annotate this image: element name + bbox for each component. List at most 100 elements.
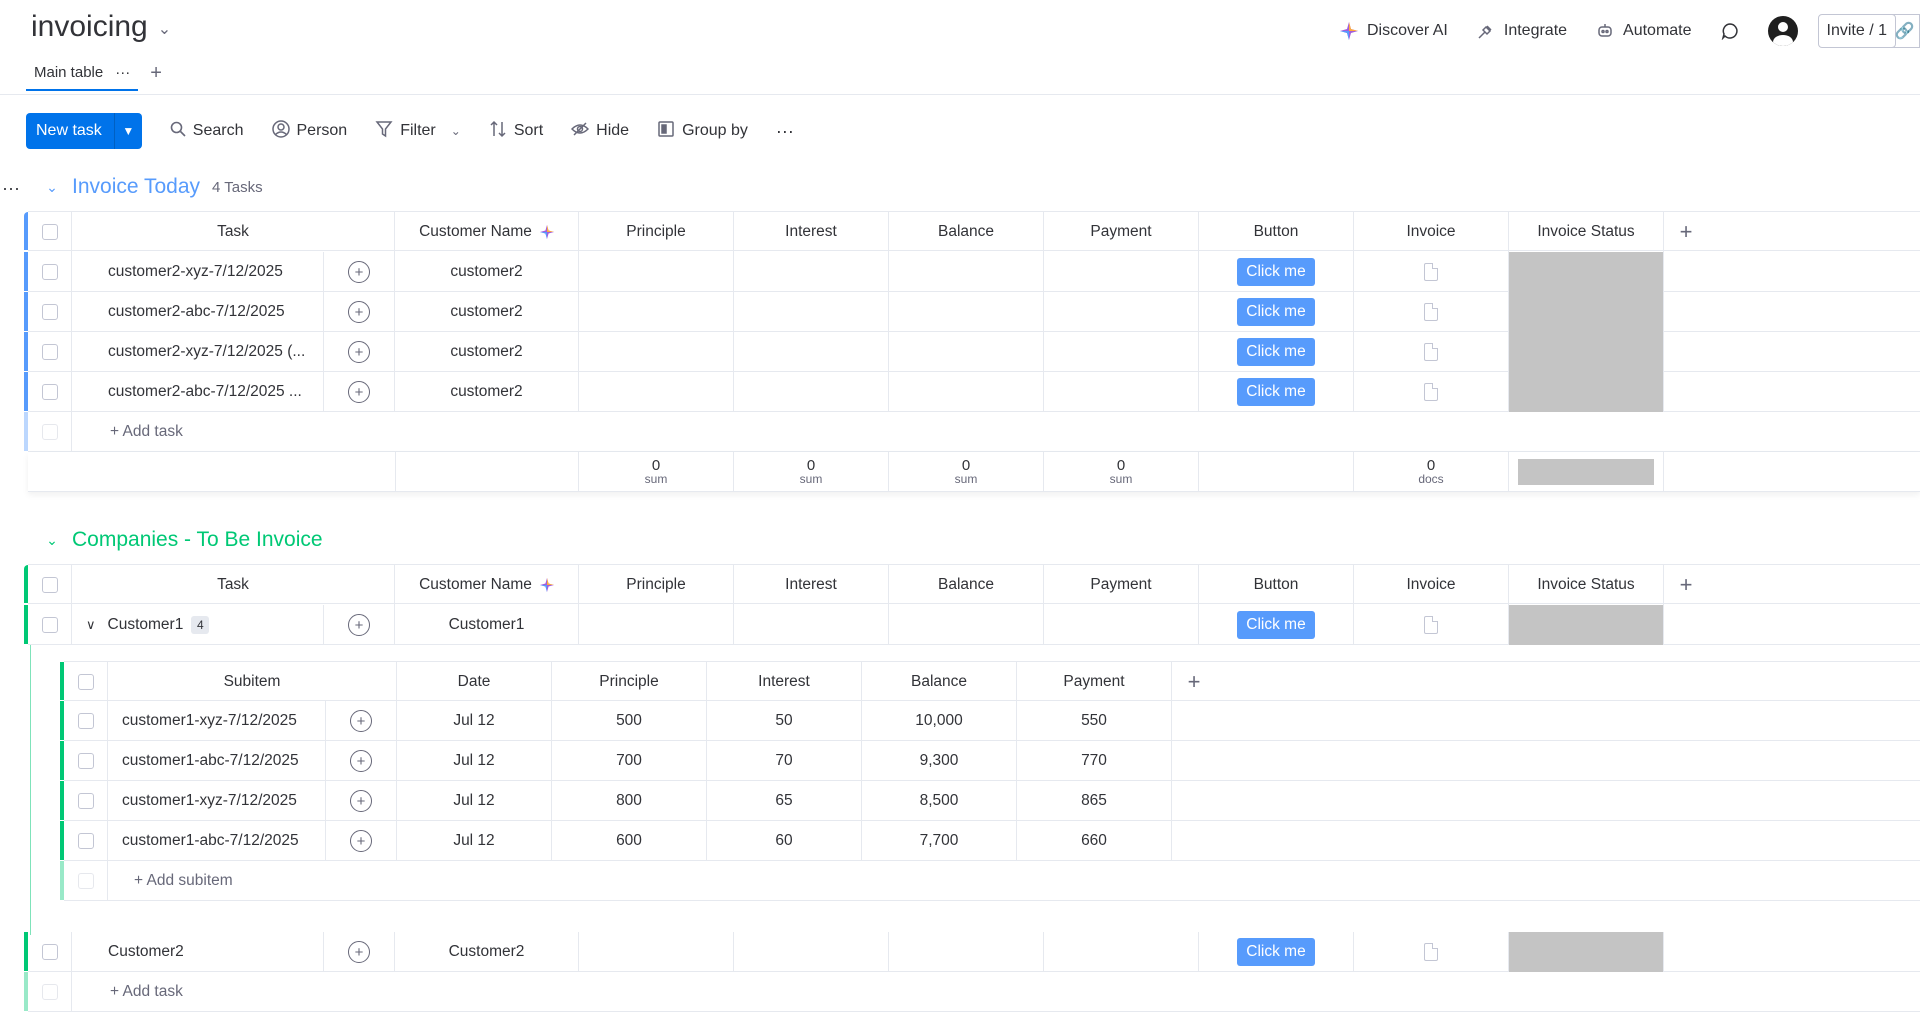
group-title[interactable]: Invoice Today [72, 175, 200, 199]
add-update-icon[interactable]: + [348, 341, 370, 363]
column-header-payment[interactable]: Payment [1044, 212, 1199, 252]
principle-cell[interactable] [579, 605, 734, 645]
updates-cell[interactable]: + [324, 605, 395, 645]
subitem-name-cell[interactable]: customer1-xyz-7/12/2025 [108, 781, 326, 821]
copy-link-button[interactable]: 🔗 [1890, 14, 1920, 48]
subitem-row[interactable]: customer1-abc-7/12/2025 + Jul 12 600 60 7,700… [60, 821, 1920, 861]
chevron-down-icon[interactable]: ⌄ [42, 532, 62, 549]
invoice-cell[interactable] [1354, 252, 1509, 292]
balance-cell[interactable] [889, 932, 1044, 972]
invoice-cell[interactable] [1354, 932, 1509, 972]
click-me-button[interactable]: Click me [1237, 258, 1315, 286]
invoice-status-cell[interactable] [1509, 292, 1664, 332]
checkbox[interactable] [41, 944, 58, 960]
principle-cell[interactable] [579, 932, 734, 972]
row-select-cell[interactable] [28, 932, 72, 972]
column-header-button[interactable]: Button [1199, 565, 1354, 605]
invoice-cell[interactable] [1354, 605, 1509, 645]
column-header-invoice-status[interactable]: Invoice Status [1509, 212, 1664, 252]
subitem-count-badge[interactable]: 4 [191, 616, 210, 634]
principle-cell[interactable]: 500 [552, 701, 707, 741]
automate-button[interactable]: Automate [1595, 21, 1692, 41]
add-update-icon[interactable]: + [350, 790, 372, 812]
add-task-input[interactable]: + Add subitem [108, 861, 1920, 901]
interest-cell[interactable]: 60 [707, 821, 862, 861]
payment-cell[interactable] [1044, 292, 1199, 332]
updates-cell[interactable]: + [326, 741, 397, 781]
principle-cell[interactable] [579, 292, 734, 332]
updates-cell[interactable]: + [326, 781, 397, 821]
balance-cell[interactable] [889, 605, 1044, 645]
customer-name-cell[interactable]: customer2 [395, 252, 579, 292]
row-select-cell[interactable] [64, 701, 108, 741]
add-update-icon[interactable]: + [348, 261, 370, 283]
column-header-payment[interactable]: Payment [1017, 662, 1172, 702]
chevron-down-icon[interactable]: ▼ [113, 113, 142, 149]
balance-cell[interactable]: 8,500 [862, 781, 1017, 821]
interest-cell[interactable] [734, 605, 889, 645]
balance-cell[interactable] [889, 292, 1044, 332]
add-task-row[interactable]: + Add task [24, 412, 1920, 452]
column-header-invoice[interactable]: Invoice [1354, 565, 1509, 605]
date-cell[interactable]: Jul 12 [397, 741, 552, 781]
person-filter-button[interactable]: Person [271, 119, 347, 143]
checkbox[interactable] [41, 224, 58, 240]
add-update-icon[interactable]: + [348, 941, 370, 963]
column-header-principle[interactable]: Principle [579, 565, 734, 605]
column-header-principle[interactable]: Principle [579, 212, 734, 252]
column-header-date[interactable]: Date [397, 662, 552, 702]
updates-cell[interactable]: + [326, 701, 397, 741]
task-name-cell[interactable]: ∨ Customer1 4 [72, 605, 324, 645]
interest-cell[interactable] [734, 292, 889, 332]
column-header-task[interactable]: Task [72, 212, 395, 252]
click-me-button[interactable]: Click me [1237, 338, 1315, 366]
payment-cell[interactable]: 550 [1017, 701, 1172, 741]
principle-cell[interactable]: 600 [552, 821, 707, 861]
column-header-principle[interactable]: Principle [552, 662, 707, 702]
more-options-button[interactable]: ··· [776, 121, 794, 142]
interest-cell[interactable] [734, 332, 889, 372]
date-cell[interactable]: Jul 12 [397, 821, 552, 861]
column-header-invoice-status[interactable]: Invoice Status [1509, 565, 1664, 605]
invoice-cell[interactable] [1354, 292, 1509, 332]
task-name-cell[interactable]: customer2-xyz-7/12/2025 (... [72, 332, 324, 372]
subitem-row[interactable]: customer1-xyz-7/12/2025 + Jul 12 500 50 10,00… [60, 701, 1920, 741]
board-title[interactable]: invoicing ⌄ [31, 10, 171, 44]
chevron-down-icon[interactable]: ∨ [86, 617, 96, 633]
interest-cell[interactable]: 65 [707, 781, 862, 821]
chevron-down-icon[interactable]: ⌄ [158, 19, 171, 39]
search-button[interactable]: Search [170, 121, 244, 142]
principle-cell[interactable] [579, 252, 734, 292]
chevron-down-icon[interactable]: ⌄ [451, 124, 461, 138]
table-row[interactable]: customer2-abc-7/12/2025 ... + customer2 Cli… [24, 372, 1920, 412]
interest-cell[interactable] [734, 252, 889, 292]
invoice-status-cell[interactable] [1509, 605, 1664, 645]
balance-cell[interactable] [889, 372, 1044, 412]
column-header-interest[interactable]: Interest [707, 662, 862, 702]
row-select-cell[interactable] [64, 781, 108, 821]
invoice-cell[interactable] [1354, 332, 1509, 372]
add-task-input[interactable]: + Add task [72, 972, 1920, 1012]
column-header-button[interactable]: Button [1199, 212, 1354, 252]
payment-cell[interactable] [1044, 605, 1199, 645]
add-column-button[interactable]: + [1664, 565, 1708, 605]
payment-cell[interactable] [1044, 932, 1199, 972]
row-select-cell[interactable] [28, 605, 72, 645]
subitem-row[interactable]: customer1-abc-7/12/2025 + Jul 12 700 70 9,300… [60, 741, 1920, 781]
checkbox[interactable] [41, 577, 58, 593]
more-icon[interactable]: ··· [115, 64, 130, 81]
column-header-customer-name[interactable]: Customer Name [395, 565, 579, 605]
add-update-icon[interactable]: + [348, 381, 370, 403]
updates-button[interactable] [1720, 21, 1740, 41]
column-header-interest[interactable]: Interest [734, 212, 889, 252]
click-me-button[interactable]: Click me [1237, 611, 1315, 639]
interest-cell[interactable]: 50 [707, 701, 862, 741]
balance-cell[interactable] [889, 252, 1044, 292]
payment-cell[interactable]: 660 [1017, 821, 1172, 861]
add-update-icon[interactable]: + [348, 301, 370, 323]
customer-name-cell[interactable]: Customer2 [395, 932, 579, 972]
chevron-down-icon[interactable]: ⌄ [42, 179, 62, 196]
subitem-name-cell[interactable]: customer1-abc-7/12/2025 [108, 821, 326, 861]
row-select-cell[interactable] [64, 821, 108, 861]
invoice-cell[interactable] [1354, 372, 1509, 412]
